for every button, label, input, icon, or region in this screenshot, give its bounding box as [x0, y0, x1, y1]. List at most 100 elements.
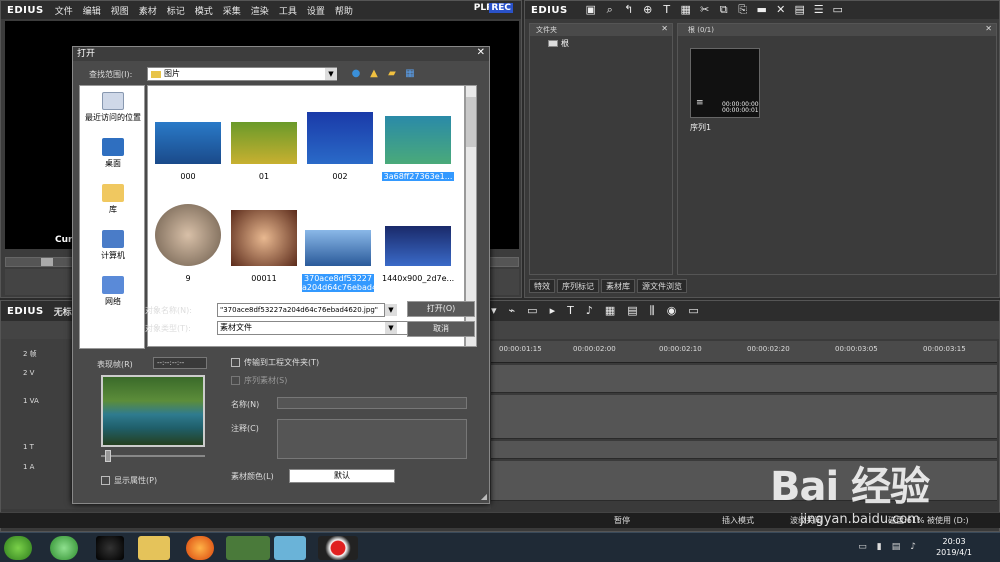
- explorer-icon[interactable]: [138, 536, 170, 560]
- sequence-clip-checkbox[interactable]: 序列素材(S): [231, 375, 287, 386]
- menu-settings[interactable]: 设置: [302, 4, 330, 17]
- file-item[interactable]: 00011: [228, 210, 300, 283]
- menu-help[interactable]: 帮助: [330, 4, 358, 17]
- menu-edit[interactable]: 编辑: [78, 4, 106, 17]
- chevron-down-icon[interactable]: ▼: [325, 68, 337, 80]
- view-menu-icon[interactable]: ▦: [403, 67, 417, 81]
- tab-effects[interactable]: 特效: [529, 279, 555, 293]
- delete-icon[interactable]: ✕: [774, 3, 788, 17]
- clip-color-button[interactable]: 默认: [289, 469, 395, 483]
- add-timeline-icon[interactable]: ▬: [755, 3, 769, 17]
- mic-icon[interactable]: ♪: [586, 304, 593, 318]
- resize-grip-icon[interactable]: ◢: [481, 492, 487, 501]
- clock[interactable]: 20:03 2019/4/1: [936, 536, 972, 558]
- preview-slider[interactable]: [101, 455, 205, 457]
- track-1a-label[interactable]: 1 A: [23, 463, 34, 471]
- close-icon[interactable]: ✕: [985, 24, 992, 33]
- transfer-checkbox[interactable]: 传输到工程文件夹(T): [231, 357, 319, 368]
- menu-clip[interactable]: 素材: [134, 4, 162, 17]
- menu-mode[interactable]: 模式: [190, 4, 218, 17]
- place-library[interactable]: 库: [80, 184, 146, 215]
- up-icon[interactable]: ↰: [622, 3, 636, 17]
- overwrite-icon[interactable]: ▾: [491, 304, 497, 318]
- track-1va-label[interactable]: 1 VA: [23, 397, 39, 405]
- file-item[interactable]: 1440x900_2d7e...: [382, 226, 454, 283]
- add-clip-icon[interactable]: ⊕: [641, 3, 655, 17]
- color-bar-icon[interactable]: ▦: [679, 3, 693, 17]
- tab-sequence-markers[interactable]: 序列标记: [557, 279, 599, 293]
- rec-toggle[interactable]: REC: [489, 3, 513, 13]
- menu-marker[interactable]: 标记: [162, 4, 190, 17]
- time-ruler[interactable]: 00:00:01:15 00:00:02:00 00:00:02:10 00:0…: [491, 341, 997, 363]
- up-folder-icon[interactable]: ▲: [367, 67, 381, 81]
- track-2v[interactable]: [491, 365, 997, 393]
- cancel-button[interactable]: 取消: [407, 321, 475, 337]
- look-in-combo[interactable]: 图片: [147, 67, 337, 81]
- name-input[interactable]: [277, 397, 467, 409]
- menu-icon[interactable]: ▭: [688, 304, 698, 318]
- player-scrubber-knob[interactable]: [41, 258, 53, 266]
- track-1va[interactable]: [491, 395, 997, 439]
- menu-file[interactable]: 文件: [50, 4, 78, 17]
- link-icon[interactable]: ⌁: [509, 304, 516, 318]
- filename-input[interactable]: "370ace8df53227a204d64c76ebad4620.jpg": [217, 303, 385, 317]
- menu-view[interactable]: 视图: [106, 4, 134, 17]
- copy-icon[interactable]: ⧉: [717, 3, 731, 17]
- split-icon[interactable]: ▭: [527, 304, 537, 318]
- back-icon[interactable]: ●: [349, 67, 363, 81]
- file-item[interactable]: 01: [228, 122, 300, 181]
- preview-slider-knob[interactable]: [105, 450, 111, 462]
- title-icon[interactable]: T: [567, 304, 574, 318]
- list-icon[interactable]: ☰: [812, 3, 826, 17]
- tab-bin[interactable]: 素材库: [601, 279, 635, 293]
- open-button[interactable]: 打开(O): [407, 301, 475, 317]
- keyboard-icon[interactable]: ▭: [858, 542, 867, 552]
- title-icon[interactable]: T: [660, 3, 674, 17]
- edius-task-icon[interactable]: [226, 536, 270, 560]
- file-item-selected[interactable]: 3a68ff27363e1...: [382, 116, 454, 181]
- menu-capture[interactable]: 采集: [218, 4, 246, 17]
- qq-icon[interactable]: [96, 536, 124, 560]
- battery-icon[interactable]: ▮: [877, 542, 882, 552]
- place-network[interactable]: 网络: [80, 276, 146, 307]
- paste-icon[interactable]: ⎘: [736, 3, 750, 17]
- new-folder-icon[interactable]: ▰: [385, 67, 399, 81]
- track-1t-label[interactable]: 1 T: [23, 443, 34, 451]
- track-2v-label[interactable]: 2 V: [23, 369, 34, 377]
- file-item[interactable]: 9: [152, 204, 224, 283]
- note-textarea[interactable]: [277, 419, 467, 459]
- chevron-down-icon[interactable]: ▼: [385, 322, 397, 334]
- start-button[interactable]: [4, 536, 32, 560]
- firefox-icon[interactable]: [186, 536, 214, 560]
- grid-icon[interactable]: ▤: [627, 304, 637, 318]
- menu-render[interactable]: 渲染: [246, 4, 274, 17]
- file-list-scroll-thumb[interactable]: [466, 97, 476, 147]
- close-icon[interactable]: ✕: [661, 24, 668, 33]
- delete-icon[interactable]: ▸: [550, 304, 556, 318]
- render-icon[interactable]: ▦: [605, 304, 615, 318]
- close-icon[interactable]: ✕: [477, 47, 485, 58]
- show-properties-checkbox[interactable]: 显示属性(P): [101, 475, 157, 486]
- file-item[interactable]: 002: [304, 112, 376, 181]
- place-computer[interactable]: 计算机: [80, 230, 146, 261]
- app-task-icon[interactable]: [274, 536, 306, 560]
- app-360-icon[interactable]: [50, 536, 78, 560]
- view-icon[interactable]: ▤: [793, 3, 807, 17]
- search-icon[interactable]: ⌕: [603, 3, 617, 17]
- chevron-down-icon[interactable]: ▼: [385, 304, 397, 316]
- place-recent[interactable]: 最近访问的位置: [80, 92, 146, 123]
- record-task-icon[interactable]: [318, 536, 358, 560]
- file-item[interactable]: 000: [152, 122, 224, 181]
- cut-icon[interactable]: ✂: [698, 3, 712, 17]
- menu-icon[interactable]: ▭: [831, 3, 845, 17]
- folder-root-item[interactable]: 根: [548, 38, 569, 49]
- place-desktop[interactable]: 桌面: [80, 138, 146, 169]
- tab-source-browser[interactable]: 源文件浏览: [637, 279, 687, 293]
- network-icon[interactable]: ▤: [892, 542, 901, 552]
- menu-tools[interactable]: 工具: [274, 4, 302, 17]
- file-item-selected[interactable]: 370ace8df53227 a204d64c76ebad4...: [302, 230, 385, 292]
- mixer-icon[interactable]: ⫼: [650, 304, 655, 318]
- folder-icon[interactable]: ▣: [584, 3, 598, 17]
- volume-icon[interactable]: ♪: [910, 542, 916, 552]
- timecode-field[interactable]: --:--:--:--: [153, 357, 207, 369]
